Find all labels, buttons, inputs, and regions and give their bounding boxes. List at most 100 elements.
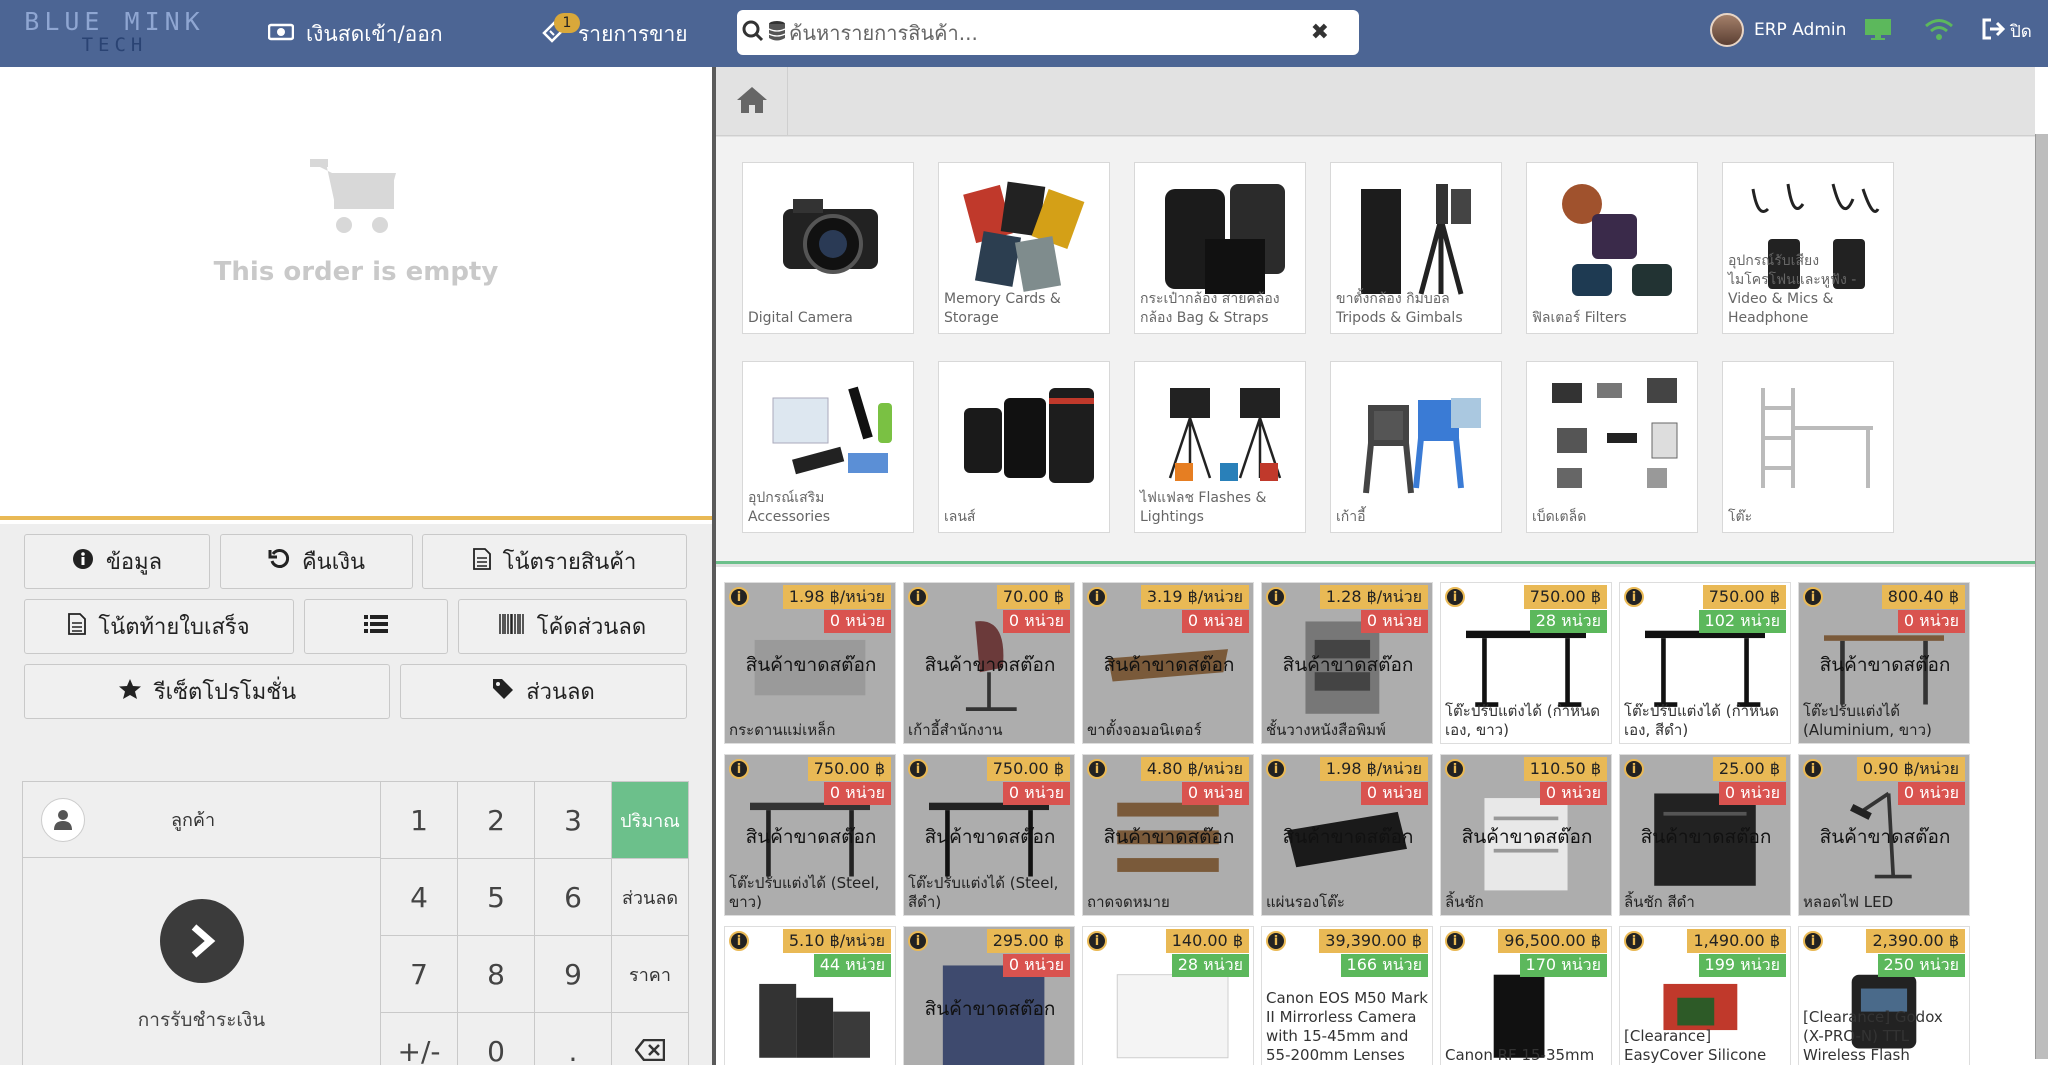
info-button[interactable]: ข้อมูล xyxy=(24,534,210,589)
out-of-stock-label: สินค้าขาดสต๊อก xyxy=(1819,826,1951,848)
category-tile[interactable]: ขาตั้งกล้อง กิมบอล Tripods & Gimbals xyxy=(1330,162,1502,334)
product-info-icon[interactable]: i xyxy=(1087,931,1107,951)
mode-discount[interactable]: ส่วนลด xyxy=(611,859,688,936)
user-menu[interactable]: ERP Admin xyxy=(1710,13,1846,47)
product-info-icon[interactable]: i xyxy=(1803,931,1823,951)
product-card[interactable]: i 39,390.00 ฿ 166 หน่วย Canon EOS M50 Mark … xyxy=(1261,926,1433,1065)
reset-promotion-button[interactable]: รีเซ็ตโปรโมชั่น xyxy=(24,664,390,719)
product-info-icon[interactable]: i xyxy=(908,759,928,779)
key-2[interactable]: 2 xyxy=(457,782,534,859)
product-card[interactable]: i 140.00 ฿ 28 หน่วย xyxy=(1082,926,1254,1065)
product-card[interactable]: i 750.00 ฿ 28 หน่วย โต๊ะปรับแต่งได้ (กำหนดเ… xyxy=(1440,582,1612,744)
product-info-icon[interactable]: i xyxy=(1624,759,1644,779)
product-info-icon[interactable]: i xyxy=(908,931,928,951)
category-tile[interactable]: อุปกรณ์เสริม Accessories xyxy=(742,361,914,533)
product-card[interactable]: i 2,390.00 ฿ 250 หน่วย [Clearance] Godox (X… xyxy=(1798,926,1970,1065)
monitor-icon[interactable] xyxy=(1864,18,1892,48)
discount-code-button[interactable]: โค้ดส่วนลด xyxy=(458,599,687,654)
category-label: ขาตั้งกล้อง กิมบอล Tripods & Gimbals xyxy=(1336,291,1463,326)
product-price: 1.98 ฿/หน่วย xyxy=(1319,757,1428,781)
product-card[interactable]: i 1,490.00 ฿ 199 หน่วย [Clearance] EasyCove… xyxy=(1619,926,1791,1065)
product-name: [Clearance] EasyCover Silicone Protectio… xyxy=(1624,1027,1767,1064)
product-info-icon[interactable]: i xyxy=(1803,587,1823,607)
wifi-icon[interactable] xyxy=(1924,18,1954,48)
cash-in-out-label: เงินสดเข้า/ออก xyxy=(306,21,443,46)
key-decimal[interactable]: . xyxy=(534,1013,611,1065)
search-input[interactable] xyxy=(789,14,1269,51)
product-card[interactable]: i 5.10 ฿/หน่วย 44 หน่วย xyxy=(724,926,896,1065)
key-6[interactable]: 6 xyxy=(534,859,611,936)
category-tile[interactable]: Memory Cards & Storage xyxy=(938,162,1110,334)
product-info-icon[interactable]: i xyxy=(1087,759,1107,779)
product-info-icon[interactable]: i xyxy=(1266,759,1286,779)
clear-search-icon[interactable]: ✖ xyxy=(1311,20,1329,45)
product-name: ลิ้นชัก สีดำ xyxy=(1624,893,1695,911)
key-0[interactable]: 0 xyxy=(457,1013,534,1065)
product-card[interactable]: i 750.00 ฿ 102 หน่วย โต๊ะปรับแต่งได้ (กำหนด… xyxy=(1619,582,1791,744)
category-tile[interactable]: อุปกรณ์รับเสียง ไมโครโฟนและหูฟัง - Video… xyxy=(1722,162,1894,334)
product-info-icon[interactable]: i xyxy=(1803,759,1823,779)
product-info-icon[interactable]: i xyxy=(1445,587,1465,607)
key-5[interactable]: 5 xyxy=(457,859,534,936)
category-tile[interactable]: เก้าอี้ xyxy=(1330,361,1502,533)
product-card[interactable]: i 25.00 ฿ 0 หน่วย สินค้าขาดสต๊อก ลิ้นชัก สีด… xyxy=(1619,754,1791,916)
product-info-icon[interactable]: i xyxy=(908,587,928,607)
receipt-note-button[interactable]: โน้ตท้ายใบเสร็จ xyxy=(24,599,294,654)
key-7[interactable]: 7 xyxy=(380,936,457,1013)
category-label: เบ็ดเตล็ด xyxy=(1532,509,1587,525)
key-3[interactable]: 3 xyxy=(534,782,611,859)
product-info-icon[interactable]: i xyxy=(1266,931,1286,951)
product-card[interactable]: i 750.00 ฿ 0 หน่วย สินค้าขาดสต๊อก โต๊ะปรับแต… xyxy=(903,754,1075,916)
mode-price[interactable]: ราคา xyxy=(611,936,688,1013)
customer-button[interactable]: ลูกค้า xyxy=(23,782,380,858)
product-card[interactable]: i 800.40 ฿ 0 หน่วย สินค้าขาดสต๊อก โต๊ะปรับแต… xyxy=(1798,582,1970,744)
category-label: อุปกรณ์รับเสียง ไมโครโฟนและหูฟัง - Video… xyxy=(1728,253,1857,326)
category-tile[interactable]: Digital Camera xyxy=(742,162,914,334)
product-note-button[interactable]: โน้ตรายสินค้า xyxy=(422,534,687,589)
product-info-icon[interactable]: i xyxy=(729,759,749,779)
product-info-icon[interactable]: i xyxy=(1266,587,1286,607)
product-price: 0.90 ฿/หน่วย xyxy=(1856,757,1965,781)
key-4[interactable]: 4 xyxy=(380,859,457,936)
discount-button[interactable]: ส่วนลด xyxy=(400,664,687,719)
home-button[interactable] xyxy=(716,67,788,136)
category-tile[interactable]: เบ็ดเตล็ด xyxy=(1526,361,1698,533)
payment-button[interactable]: การรับชำระเงิน xyxy=(23,859,380,1065)
close-session-button[interactable]: ปิด xyxy=(1982,18,2032,45)
product-card[interactable]: i 0.90 ฿/หน่วย 0 หน่วย สินค้าขาดสต๊อก หลอดไฟ… xyxy=(1798,754,1970,916)
key-plus-minus[interactable]: +/- xyxy=(380,1013,457,1065)
product-card[interactable]: i 3.19 ฿/หน่วย 0 หน่วย สินค้าขาดสต๊อก ขาตั้ง… xyxy=(1082,582,1254,744)
category-tile[interactable]: เลนส์ xyxy=(938,361,1110,533)
product-card[interactable]: i 70.00 ฿ 0 หน่วย สินค้าขาดสต๊อก เก้าอี้สำนั… xyxy=(903,582,1075,744)
product-card[interactable]: i 750.00 ฿ 0 หน่วย สินค้าขาดสต๊อก โต๊ะปรับแต… xyxy=(724,754,896,916)
cash-in-out-button[interactable]: เงินสดเข้า/ออก xyxy=(267,16,443,52)
refund-button[interactable]: คืนเงิน xyxy=(220,534,413,589)
product-info-icon[interactable]: i xyxy=(1445,931,1465,951)
scrollbar[interactable] xyxy=(2035,134,2048,1059)
product-card[interactable]: i 110.50 ฿ 0 หน่วย สินค้าขาดสต๊อก ลิ้นชัก xyxy=(1440,754,1612,916)
category-tile[interactable]: ฟิลเตอร์ Filters xyxy=(1526,162,1698,334)
product-card[interactable]: i 96,500.00 ฿170 หน่วย Canon RF 15-35mm f/… xyxy=(1440,926,1612,1065)
mode-quantity[interactable]: ปริมาณ xyxy=(611,782,688,859)
product-info-icon[interactable]: i xyxy=(1087,587,1107,607)
category-tile[interactable]: ไฟแฟลช Flashes & Lightings xyxy=(1134,361,1306,533)
product-card[interactable]: i 1.98 ฿/หน่วย 0 หน่วย สินค้าขาดสต๊อก กระดาน… xyxy=(724,582,896,744)
category-tile[interactable]: กระเป๋ากล้อง สายคล้องกล้อง Bag & Straps xyxy=(1134,162,1306,334)
sales-orders-button[interactable]: 1 รายการขาย xyxy=(540,12,688,52)
key-9[interactable]: 9 xyxy=(534,936,611,1013)
product-card[interactable]: i 295.00 ฿ 0 หน่วย สินค้าขาดสต๊อก xyxy=(903,926,1075,1065)
product-info-icon[interactable]: i xyxy=(729,931,749,951)
key-8[interactable]: 8 xyxy=(457,936,534,1013)
product-info-icon[interactable]: i xyxy=(1445,759,1465,779)
product-card[interactable]: i 1.28 ฿/หน่วย 0 หน่วย สินค้าขาดสต๊อก ชั้นวา… xyxy=(1261,582,1433,744)
key-1[interactable]: 1 xyxy=(380,782,457,859)
product-info-icon[interactable]: i xyxy=(1624,587,1644,607)
category-tile[interactable]: โต๊ะ xyxy=(1722,361,1894,533)
numpad: ลูกค้า การรับชำระเงิน 1 2 3 ปริมาณ 4 5 6… xyxy=(22,781,689,1065)
product-info-icon[interactable]: i xyxy=(729,587,749,607)
backspace-key[interactable] xyxy=(611,1013,688,1065)
product-card[interactable]: i 1.98 ฿/หน่วย 0 หน่วย สินค้าขาดสต๊อก แผ่นรอ… xyxy=(1261,754,1433,916)
product-card[interactable]: i 4.80 ฿/หน่วย 0 หน่วย สินค้าขาดสต๊อก ถาดจดห… xyxy=(1082,754,1254,916)
product-info-icon[interactable]: i xyxy=(1624,931,1644,951)
list-button[interactable] xyxy=(304,599,448,654)
